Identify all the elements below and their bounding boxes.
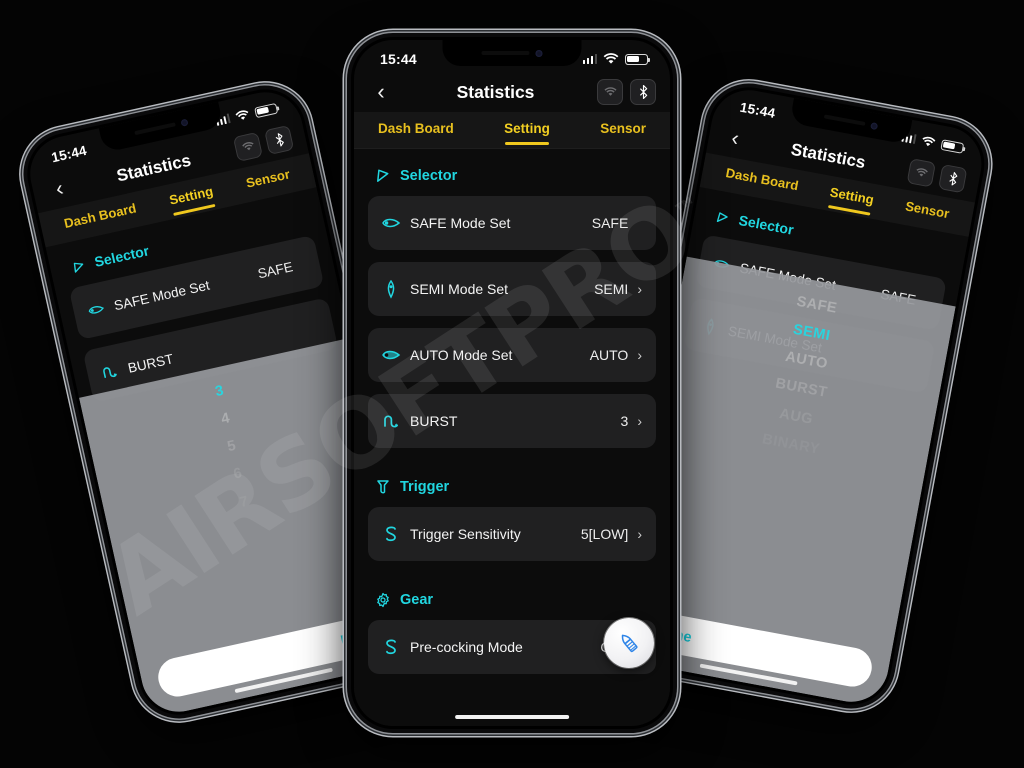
row-label: SAFE Mode Set — [410, 215, 511, 231]
phone-screen-center: 15:44 ‹ Statistics Dash Board Setting Se… — [354, 40, 670, 726]
nav-actions — [232, 124, 295, 162]
table-row[interactable]: SEMI Mode Set SEMI › — [368, 262, 656, 316]
section-header-gear: Gear — [368, 573, 656, 620]
picker-option[interactable]: 4 — [218, 404, 233, 434]
trigger-icon — [374, 478, 391, 495]
section-title: Selector — [93, 243, 151, 271]
status-time: 15:44 — [49, 142, 89, 166]
phone-mockup-center: 15:44 ‹ Statistics Dash Board Setting Se… — [347, 33, 677, 733]
chevron-right-icon[interactable]: › — [637, 526, 642, 542]
wifi-icon — [915, 168, 928, 177]
auto-mode-icon — [380, 345, 402, 365]
table-row[interactable]: BURST 3 › — [368, 394, 656, 448]
notch — [442, 40, 582, 66]
row-label: Pre-cocking Mode — [410, 639, 523, 655]
status-time: 15:44 — [738, 99, 777, 121]
tab-setting[interactable]: Setting — [504, 121, 550, 145]
selector-flag-icon — [68, 257, 88, 277]
section-title: Trigger — [400, 478, 450, 495]
burst-icon — [98, 360, 123, 384]
battery-icon — [940, 138, 965, 154]
row-label: SAFE Mode Set — [112, 277, 211, 314]
section-title: Selector — [737, 212, 795, 239]
section-title: Selector — [400, 167, 458, 184]
bluetooth-icon — [275, 133, 284, 147]
chevron-right-icon[interactable]: › — [637, 347, 642, 363]
row-label: Trigger Sensitivity — [410, 526, 521, 542]
bluetooth-toggle-button[interactable] — [938, 163, 968, 194]
bullet-icon — [621, 634, 638, 653]
signal-bars-icon — [582, 54, 597, 64]
battery-icon — [254, 102, 279, 118]
row-value: AUTO — [589, 347, 629, 363]
wifi-icon — [603, 53, 619, 64]
nav-bar: ‹ Statistics — [354, 72, 670, 112]
row-value: SAFE — [256, 258, 295, 282]
nav-actions — [906, 158, 968, 194]
row-label: AUTO Mode Set — [410, 347, 513, 363]
bluetooth-icon — [948, 171, 957, 186]
home-indicator — [455, 714, 569, 719]
front-camera — [869, 121, 878, 130]
row-value: SEMI — [594, 281, 629, 297]
table-row[interactable]: SAFE Mode Set SAFE › — [368, 196, 656, 250]
status-time: 15:44 — [380, 51, 417, 67]
wifi-toggle-button[interactable] — [597, 79, 623, 105]
front-camera — [535, 49, 543, 57]
selector-flag-icon — [713, 208, 732, 227]
mockup-stage: 15:44 ‹ Statistics Dash Board Setting Se… — [0, 0, 1024, 768]
wifi-icon — [235, 109, 249, 120]
table-row[interactable]: AUTO Mode Set AUTO › — [368, 328, 656, 382]
row-value: 3 — [620, 413, 629, 429]
chevron-right-icon[interactable]: › — [637, 281, 642, 297]
wifi-toggle-button[interactable] — [906, 158, 936, 188]
chevron-right-icon[interactable]: › — [637, 413, 642, 429]
precock-icon — [380, 637, 402, 657]
bluetooth-icon — [639, 85, 647, 99]
burst-icon — [380, 411, 402, 431]
wifi-icon — [603, 87, 617, 96]
status-icons — [900, 131, 965, 154]
gear-icon — [374, 591, 391, 608]
bluetooth-toggle-button[interactable] — [630, 79, 656, 105]
wifi-icon — [241, 142, 254, 151]
section-title: Gear — [400, 591, 434, 608]
semi-mode-icon — [380, 279, 402, 299]
nav-actions — [597, 79, 656, 105]
tab-dash-board[interactable]: Dash Board — [378, 121, 454, 145]
picker-option[interactable]: 5 — [225, 431, 240, 461]
front-camera — [180, 118, 189, 127]
section-header-trigger: Trigger — [368, 460, 656, 507]
wifi-toggle-button[interactable] — [232, 131, 263, 162]
bullet-fab-button[interactable] — [604, 618, 654, 668]
table-row[interactable]: Trigger Sensitivity 5[LOW] › — [368, 507, 656, 561]
battery-icon — [625, 53, 651, 65]
section-header-selector: Selector — [368, 149, 656, 196]
bluetooth-toggle-button[interactable] — [264, 124, 295, 155]
safe-mode-icon — [84, 298, 109, 322]
row-label: SEMI Mode Set — [410, 281, 509, 297]
page-title: Statistics — [456, 81, 535, 102]
tab-bar: Dash Board Setting Sensor — [354, 112, 670, 148]
picker-option[interactable]: 7 — [237, 487, 252, 517]
wifi-icon — [922, 136, 936, 146]
tab-setting[interactable]: Setting — [827, 185, 875, 216]
phone-bezel: 15:44 ‹ Statistics Dash Board Setting Se… — [351, 37, 673, 729]
tab-sensor[interactable]: Sensor — [600, 121, 646, 145]
earpiece-speaker — [481, 51, 530, 55]
row-value: 5[LOW] — [580, 526, 629, 542]
chevron-left-icon[interactable]: ‹ — [368, 79, 394, 105]
row-value: SAFE — [591, 215, 629, 231]
picker-option[interactable]: 6 — [231, 459, 246, 489]
selector-flag-icon — [374, 167, 391, 184]
picker-option-selected[interactable]: 3 — [212, 376, 227, 406]
earpiece-speaker — [134, 122, 176, 136]
safe-mode-icon — [380, 213, 402, 233]
earpiece-speaker — [824, 114, 866, 126]
status-icons — [582, 53, 651, 65]
row-label: BURST — [410, 413, 458, 429]
sensitivity-icon — [380, 524, 402, 544]
picker-option[interactable]: BINARY — [760, 425, 822, 463]
tab-sensor[interactable]: Sensor — [903, 199, 950, 230]
